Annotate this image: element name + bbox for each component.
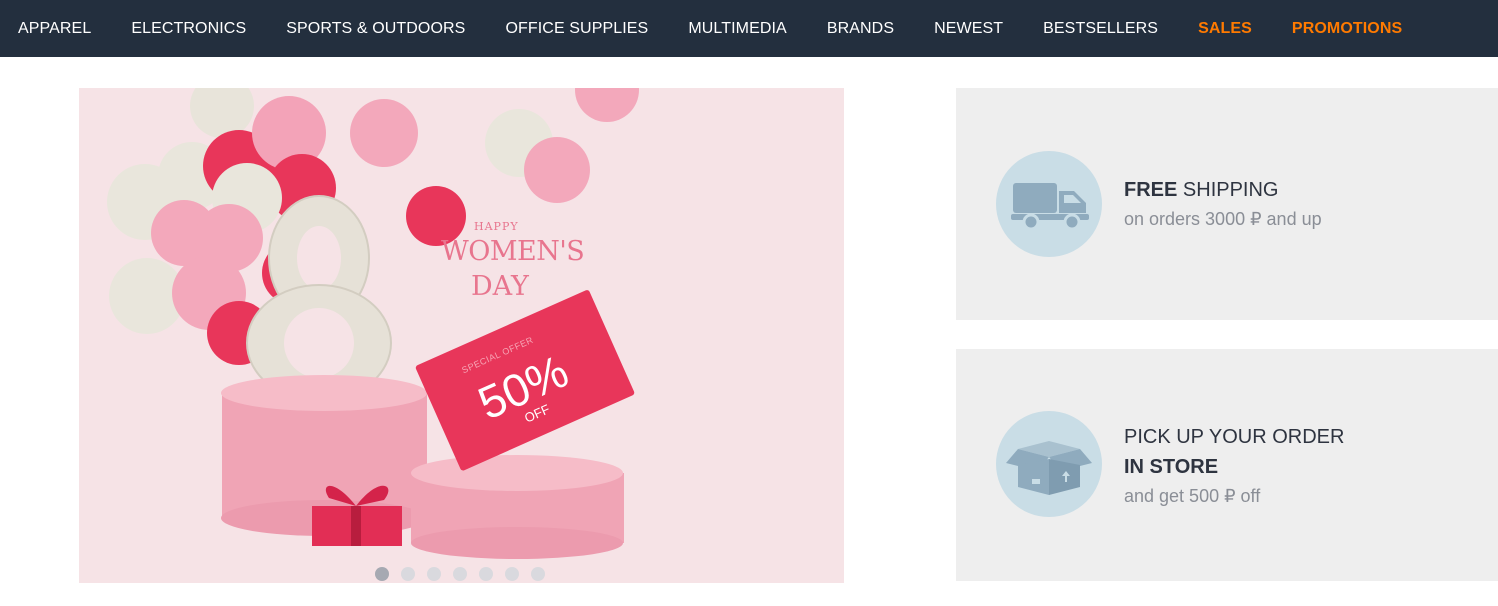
nav-item-bestsellers[interactable]: BESTSELLERS bbox=[1043, 20, 1158, 38]
carousel-dot-1[interactable] bbox=[375, 567, 389, 581]
nav-item-sales[interactable]: SALES bbox=[1198, 20, 1252, 38]
nav-item-electronics[interactable]: ELECTRONICS bbox=[131, 20, 246, 38]
carousel-dot-7[interactable] bbox=[531, 567, 545, 581]
carousel-dot-4[interactable] bbox=[453, 567, 467, 581]
free-shipping-subtitle: on orders 3000 ₽ and up bbox=[1124, 209, 1322, 229]
free-shipping-bold: FREE bbox=[1124, 179, 1178, 201]
pickup-store-card[interactable]: PICK UP YOUR ORDER IN STORE and get 500 … bbox=[956, 349, 1498, 581]
truck-icon bbox=[996, 151, 1102, 257]
pickup-subtitle: and get 500 ₽ off bbox=[1124, 486, 1261, 506]
pickup-store-text: PICK UP YOUR ORDER IN STORE and get 500 … bbox=[1124, 422, 1344, 510]
number-eight bbox=[246, 195, 392, 402]
nav-item-promotions[interactable]: PROMOTIONS bbox=[1292, 20, 1402, 38]
banner-womens: WOMEN'S bbox=[441, 236, 585, 267]
free-shipping-text: FREE SHIPPING on orders 3000 ₽ and up bbox=[1124, 175, 1322, 233]
main-nav: APPAREL ELECTRONICS SPORTS & OUTDOORS OF… bbox=[0, 0, 1498, 57]
pickup-bold: IN STORE bbox=[1124, 456, 1219, 478]
carousel-dot-3[interactable] bbox=[427, 567, 441, 581]
nav-item-sports-outdoors[interactable]: SPORTS & OUTDOORS bbox=[286, 20, 465, 38]
carousel-dot-2[interactable] bbox=[401, 567, 415, 581]
hero-banner[interactable]: HAPPY WOMEN'S DAY SPECIAL OFFER 50% OFF bbox=[79, 88, 844, 583]
nav-item-apparel[interactable]: APPAREL bbox=[18, 20, 91, 38]
banner-happy: HAPPY bbox=[474, 220, 519, 233]
free-shipping-card[interactable]: FREE SHIPPING on orders 3000 ₽ and up bbox=[956, 88, 1498, 320]
pickup-title: PICK UP YOUR ORDER bbox=[1124, 426, 1345, 448]
carousel-dots bbox=[375, 567, 557, 581]
banner-day: DAY bbox=[471, 271, 529, 302]
carousel-dot-6[interactable] bbox=[505, 567, 519, 581]
free-shipping-title: SHIPPING bbox=[1182, 179, 1279, 201]
nav-item-office-supplies[interactable]: OFFICE SUPPLIES bbox=[505, 20, 648, 38]
nav-item-brands[interactable]: BRANDS bbox=[827, 20, 894, 38]
box-icon bbox=[996, 411, 1102, 517]
womens-day-illustration bbox=[107, 88, 639, 559]
nav-item-multimedia[interactable]: MULTIMEDIA bbox=[688, 20, 786, 38]
carousel-dot-5[interactable] bbox=[479, 567, 493, 581]
nav-item-newest[interactable]: NEWEST bbox=[934, 20, 1003, 38]
